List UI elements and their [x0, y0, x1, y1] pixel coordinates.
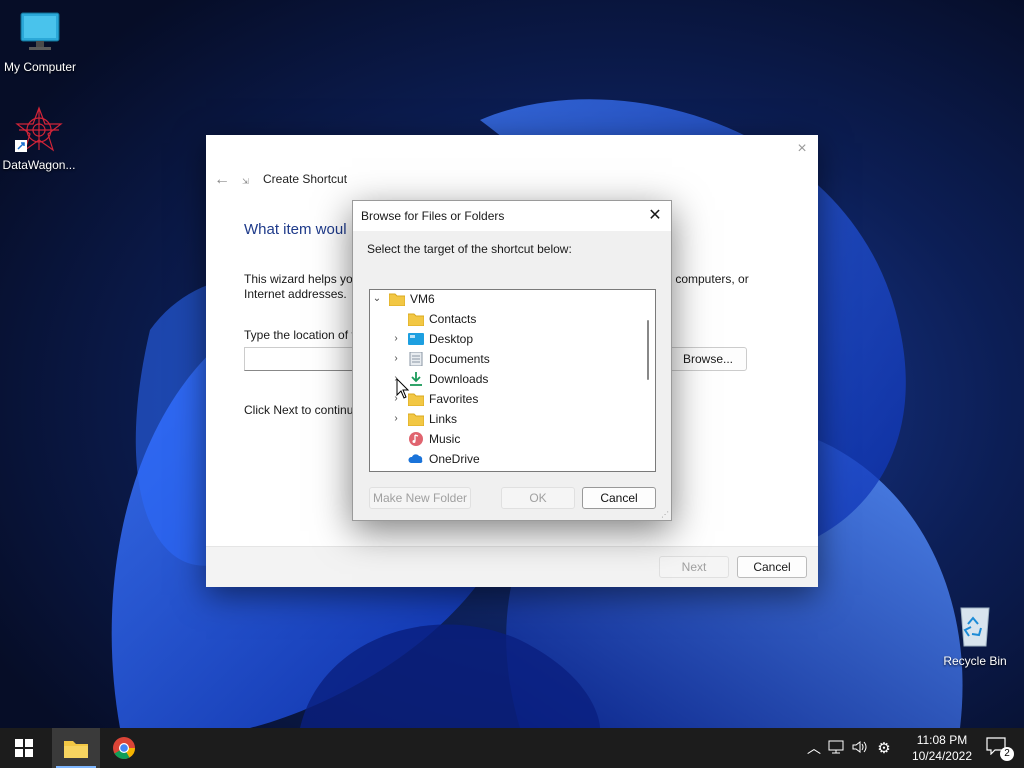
chevron-down-icon[interactable]: ⌄: [371, 290, 383, 308]
chrome-icon: [113, 737, 135, 759]
notification-badge: 2: [1000, 747, 1014, 761]
tree-item-label: Favorites: [429, 392, 479, 406]
tree-item-label: Documents: [429, 352, 490, 366]
wizard-title: Create Shortcut: [263, 172, 348, 186]
tree-item-contacts[interactable]: Contacts: [370, 310, 640, 328]
chevron-right-icon[interactable]: ›: [390, 350, 402, 368]
browse-cancel-button[interactable]: Cancel: [582, 487, 656, 509]
wizard-heading: What item woul: [244, 221, 347, 238]
desktop-folder-icon: [408, 332, 424, 346]
resize-grip-icon[interactable]: ⋰: [661, 510, 669, 519]
onedrive-icon: [408, 452, 424, 466]
tree-item-onedrive[interactable]: OneDrive: [370, 450, 640, 468]
browse-titlebar: Browse for Files or Folders ✕: [353, 201, 671, 231]
tree-item-label: VM6: [410, 292, 435, 306]
tree-item-label: Desktop: [429, 332, 474, 346]
mouse-cursor-icon: [396, 377, 410, 403]
desktop-icon-label: DataWagon...: [2, 158, 76, 172]
wizard-close-button[interactable]: ×: [794, 141, 810, 157]
download-icon: [408, 372, 424, 386]
windows-logo-icon: [15, 739, 33, 757]
desktop-icon-datawagon[interactable]: DataWagon...: [0, 106, 79, 172]
desktop-icon-label: My Computer: [3, 60, 77, 74]
folder-icon: [407, 412, 425, 427]
browse-dialog-title: Browse for Files or Folders: [361, 209, 505, 223]
tree-item-label: Links: [429, 412, 458, 426]
folder-tree[interactable]: ⌄ VM6 Contacts › Desktop › Documents › D…: [369, 289, 656, 472]
tree-item-label: Downloads: [429, 372, 489, 386]
start-button[interactable]: [0, 728, 48, 768]
tree-item-vm6[interactable]: ⌄ VM6: [370, 290, 640, 308]
desktop-icon-label: Recycle Bin: [943, 654, 1007, 668]
ok-button[interactable]: OK: [501, 487, 575, 509]
taskbar: ︿ ⚙ 11:08 PM 10/24/2022 2: [0, 728, 1024, 768]
next-button[interactable]: Next: [659, 556, 729, 578]
music-icon: [408, 432, 424, 446]
system-tray: ︿ ⚙: [804, 728, 896, 768]
documents-icon: [408, 351, 424, 367]
notification-button[interactable]: 2: [986, 737, 1014, 761]
location-label: Type the location of t: [244, 328, 354, 342]
chevron-right-icon[interactable]: ›: [390, 410, 402, 428]
chevron-up-icon[interactable]: ︿: [804, 738, 824, 758]
tree-scrollbar[interactable]: [647, 320, 649, 380]
tree-item-music[interactable]: Music: [370, 430, 640, 448]
volume-icon[interactable]: [848, 740, 872, 757]
wizard-description-line2: Internet addresses.: [244, 287, 347, 301]
browse-prompt: Select the target of the shortcut below:: [367, 242, 572, 256]
recycle-bin-icon: [951, 602, 999, 650]
tree-item-links[interactable]: › Links: [370, 410, 640, 428]
desktop-icon-my-computer[interactable]: My Computer: [0, 8, 80, 74]
taskbar-file-explorer[interactable]: [52, 728, 100, 768]
gear-icon[interactable]: ⚙: [872, 739, 896, 757]
browse-dialog: Browse for Files or Folders ✕ Select the…: [352, 200, 672, 521]
folder-icon: [407, 392, 425, 407]
file-explorer-icon: [64, 741, 88, 758]
browse-button[interactable]: Browse...: [669, 347, 747, 371]
tree-item-label: Music: [429, 432, 461, 446]
clock-date: 10/24/2022: [911, 749, 972, 763]
back-arrow-icon[interactable]: ←: [214, 171, 230, 189]
tree-item-desktop[interactable]: › Desktop: [370, 330, 640, 348]
tree-item-downloads[interactable]: › Downloads: [370, 370, 640, 388]
computer-icon: [16, 8, 64, 56]
taskbar-clock[interactable]: 11:08 PM 10/24/2022: [912, 732, 972, 764]
folder-icon: [407, 312, 425, 327]
location-input[interactable]: [244, 347, 356, 371]
chevron-right-icon[interactable]: ›: [390, 330, 402, 348]
wizard-cancel-button[interactable]: Cancel: [737, 556, 807, 578]
folder-icon: [388, 292, 406, 307]
shortcut-icon: ⇲: [242, 177, 249, 186]
desktop-icon-recycle-bin[interactable]: Recycle Bin: [935, 602, 1015, 668]
tree-item-label: OneDrive: [429, 452, 480, 466]
browse-close-icon[interactable]: ✕: [645, 206, 665, 226]
tree-item-label: Contacts: [429, 312, 477, 326]
next-hint-text: Click Next to continu: [244, 403, 354, 417]
tree-item-favorites[interactable]: › Favorites: [370, 390, 640, 408]
taskbar-chrome[interactable]: [100, 728, 148, 768]
make-new-folder-button[interactable]: Make New Folder: [369, 487, 471, 509]
tree-item-documents[interactable]: › Documents: [370, 350, 640, 368]
clock-time: 11:08 PM: [916, 733, 968, 747]
datawagon-app-icon: [15, 106, 63, 154]
network-icon[interactable]: [824, 740, 848, 757]
